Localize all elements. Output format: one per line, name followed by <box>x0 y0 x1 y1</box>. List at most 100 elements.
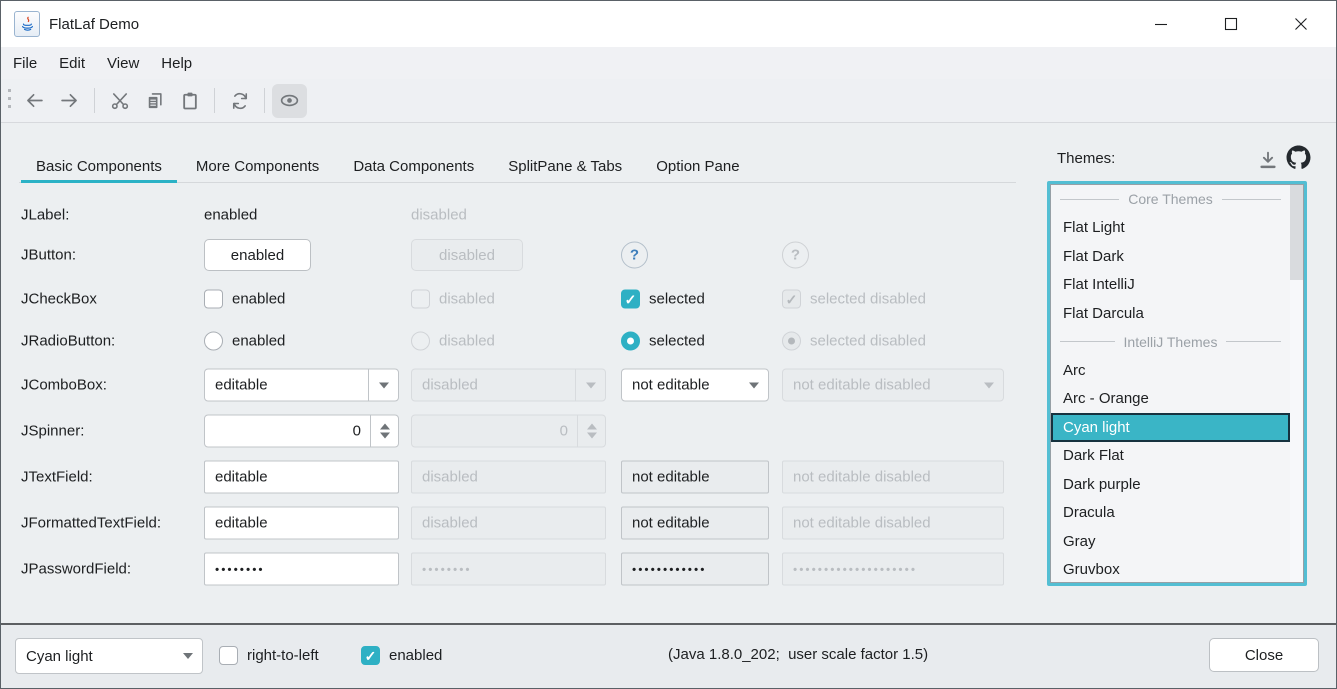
chevron-down-icon <box>984 382 994 388</box>
titlebar: FlatLaf Demo <box>1 1 1336 47</box>
radio-disabled: disabled <box>411 332 495 351</box>
right-to-left-checkbox[interactable]: right-to-left <box>219 646 319 665</box>
chevron-down-icon <box>379 382 389 388</box>
window-title: FlatLaf Demo <box>49 16 139 33</box>
paste-button[interactable] <box>172 84 207 118</box>
jbutton-disabled: disabled <box>411 239 523 271</box>
radio-selected-icon <box>782 332 801 351</box>
chevron-up-icon <box>380 424 390 430</box>
passwordfield-editable[interactable]: •••••••• <box>204 553 399 586</box>
radio-selected-disabled: selected disabled <box>782 332 926 351</box>
tab-splitpane-tabs[interactable]: SplitPane & Tabs <box>491 151 639 182</box>
tab-data-components[interactable]: Data Components <box>336 151 491 182</box>
theme-item-flat-dark[interactable]: Flat Dark <box>1051 242 1290 271</box>
combobox-editable[interactable]: editable <box>204 369 399 402</box>
theme-item-flat-intellij[interactable]: Flat IntelliJ <box>1051 271 1290 300</box>
checkbox-checked-icon[interactable] <box>621 290 640 309</box>
checkbox-icon[interactable] <box>204 290 223 309</box>
theme-item-gruvbox[interactable]: Gruvbox <box>1051 556 1290 585</box>
menu-view[interactable]: View <box>96 50 150 77</box>
radio-selected[interactable]: selected <box>621 332 705 351</box>
combobox-not-editable[interactable]: not editable <box>621 369 769 402</box>
checkbox-enabled[interactable]: enabled <box>204 290 285 309</box>
copy-button[interactable] <box>137 84 172 118</box>
theme-group-separator: Core Themes <box>1051 185 1290 214</box>
bottombar: Cyan light right-to-left enabled (Java 1… <box>1 625 1336 688</box>
minimize-button[interactable] <box>1126 1 1196 47</box>
combobox-not-editable-disabled: not editable disabled <box>782 369 1004 402</box>
toolbar-separator <box>264 88 265 113</box>
menu-file[interactable]: File <box>2 50 48 77</box>
passwordfield-not-editable-disabled: •••••••••••••••••••• <box>782 553 1004 586</box>
java-app-icon <box>14 11 40 37</box>
theme-item-dark-flat[interactable]: Dark Flat <box>1051 442 1290 471</box>
scrollbar-thumb[interactable] <box>1290 185 1303 280</box>
row-jradiobutton: JRadioButton: enabled disabled selected … <box>1 318 1016 364</box>
refresh-icon <box>230 91 250 111</box>
row-label: JRadioButton: <box>21 333 115 350</box>
show-toggle-button[interactable] <box>272 84 307 118</box>
theme-item-flat-darcula[interactable]: Flat Darcula <box>1051 299 1290 328</box>
formattedfield-editable[interactable]: editable <box>204 507 399 540</box>
arrow-left-icon <box>24 90 45 111</box>
spinner-enabled[interactable]: 0 <box>204 415 399 448</box>
github-link-button[interactable] <box>1285 144 1311 170</box>
theme-item-flat-light[interactable]: Flat Light <box>1051 214 1290 243</box>
combobox-arrow-button[interactable] <box>369 370 398 401</box>
theme-item-arc-orange[interactable]: Arc - Orange <box>1051 385 1290 414</box>
combobox-arrow-button[interactable] <box>739 370 768 401</box>
radio-enabled[interactable]: enabled <box>204 332 285 351</box>
close-window-button[interactable] <box>1266 1 1336 47</box>
tab-basic-components[interactable]: Basic Components <box>19 151 179 182</box>
status-text: (Java 1.8.0_202; user scale factor 1.5) <box>668 646 928 663</box>
spinner-buttons[interactable] <box>370 416 398 447</box>
help-button[interactable]: ? <box>621 242 648 269</box>
jbutton-enabled[interactable]: enabled <box>204 239 311 271</box>
row-jpasswordfield: JPasswordField: •••••••• •••••••• ••••••… <box>1 546 1016 592</box>
row-label: JFormattedTextField: <box>21 515 161 532</box>
row-jcombobox: JComboBox: editable disabled not editabl… <box>1 362 1016 408</box>
arrow-right-icon <box>59 90 80 111</box>
themes-scrollbar[interactable] <box>1290 185 1303 582</box>
radio-selected-icon[interactable] <box>621 332 640 351</box>
spinner-disabled: 0 <box>411 415 606 448</box>
tab-option-pane[interactable]: Option Pane <box>639 151 756 182</box>
passwordfield-disabled: •••••••• <box>411 553 606 586</box>
checkbox-icon[interactable] <box>219 646 238 665</box>
checkbox-checked-icon[interactable] <box>361 646 380 665</box>
checkbox-selected[interactable]: selected <box>621 290 705 309</box>
enabled-checkbox[interactable]: enabled <box>361 646 442 665</box>
row-jtextfield: JTextField: editable disabled not editab… <box>1 454 1016 500</box>
theme-item-gray[interactable]: Gray <box>1051 527 1290 556</box>
cut-button[interactable] <box>102 84 137 118</box>
row-jspinner: JSpinner: 0 0 <box>1 408 1016 454</box>
tabbar: Basic Components More Components Data Co… <box>19 151 1016 183</box>
combobox-arrow-button[interactable] <box>173 639 202 673</box>
chevron-down-icon <box>380 433 390 439</box>
menubar: File Edit View Help <box>1 47 1336 79</box>
refresh-button[interactable] <box>222 84 257 118</box>
tab-more-components[interactable]: More Components <box>179 151 336 182</box>
theme-group-separator: IntelliJ Themes <box>1051 328 1290 357</box>
theme-item-cyan-light-selected[interactable]: Cyan light <box>1051 413 1290 442</box>
window-controls <box>1126 1 1336 47</box>
theme-item-dracula[interactable]: Dracula <box>1051 499 1290 528</box>
menu-edit[interactable]: Edit <box>48 50 96 77</box>
textfield-not-editable-disabled: not editable disabled <box>782 461 1004 494</box>
row-label: JPasswordField: <box>21 561 131 578</box>
back-button[interactable] <box>17 84 52 118</box>
maximize-button[interactable] <box>1196 1 1266 47</box>
download-themes-button[interactable] <box>1255 147 1281 173</box>
theme-item-dark-purple[interactable]: Dark purple <box>1051 470 1290 499</box>
checkbox-selected-disabled: selected disabled <box>782 290 926 309</box>
textfield-editable[interactable]: editable <box>204 461 399 494</box>
menu-help[interactable]: Help <box>150 50 203 77</box>
lookandfeel-combobox[interactable]: Cyan light <box>15 638 203 674</box>
close-button[interactable]: Close <box>1209 638 1319 672</box>
forward-button[interactable] <box>52 84 87 118</box>
toolbar-grip[interactable] <box>8 89 11 113</box>
radio-icon[interactable] <box>204 332 223 351</box>
theme-item-arc[interactable]: Arc <box>1051 356 1290 385</box>
scissors-icon <box>110 91 130 111</box>
row-label: JComboBox: <box>21 377 107 394</box>
